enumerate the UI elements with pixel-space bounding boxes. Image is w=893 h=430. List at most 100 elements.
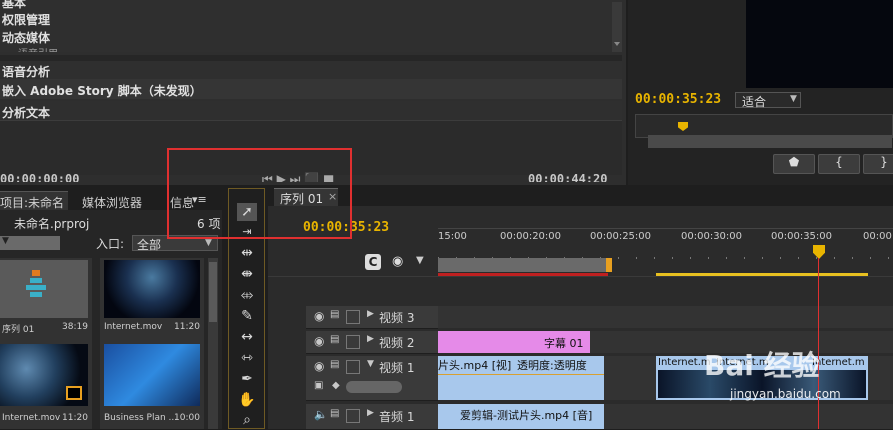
fit-dropdown[interactable]: 适合 ▼ bbox=[735, 92, 801, 109]
rolling-edit-tool-icon[interactable]: ⇼ bbox=[237, 265, 257, 283]
opacity-line[interactable] bbox=[438, 374, 604, 375]
metadata-scrollbar[interactable] bbox=[612, 2, 622, 52]
timeline-ruler[interactable]: 15:00 00:00:20:00 00:00:25:00 00:00:30:0… bbox=[438, 228, 893, 259]
video-clip-label: Internet.m bbox=[658, 357, 711, 368]
project-item[interactable]: Internet.mov 11:20 bbox=[100, 258, 204, 338]
video-clip-intro[interactable]: 片头.mp4 [视] 透明度:透明度 bbox=[438, 356, 604, 400]
annotation-highlight-box bbox=[167, 148, 352, 239]
collapse-track-icon[interactable]: ▼ bbox=[367, 359, 374, 369]
project-item[interactable]: 序列 01 38:19 bbox=[0, 258, 92, 338]
timeline-panel: 序列 01 × 00:00:35:23 C ◉ ▼ 15:00 00:00:20… bbox=[268, 188, 893, 430]
scrollbar-thumb[interactable] bbox=[209, 262, 217, 322]
rate-stretch-tool-icon[interactable]: ⤄ bbox=[237, 286, 257, 304]
sync-lock-checkbox[interactable] bbox=[346, 310, 360, 324]
program-zoom-bar[interactable] bbox=[648, 135, 892, 148]
audio-clip-label: 爱剪辑-测试片头.mp4 [音] bbox=[460, 409, 593, 422]
analysis-text-header[interactable]: 分析文本 bbox=[0, 101, 622, 120]
tab-project[interactable]: 项目:未命名 bbox=[0, 191, 68, 210]
ruler-label: 00:00:4 bbox=[863, 231, 893, 242]
project-item-name: 序列 01 bbox=[2, 325, 35, 335]
track-header-video2[interactable]: ◉ ▤ ▶ 视频 2 bbox=[306, 331, 438, 354]
track-header-audio1[interactable]: 🔈 ▤ ▶ 音频 1 bbox=[306, 404, 438, 430]
project-scrollbar[interactable] bbox=[208, 258, 218, 429]
scroll-down-icon[interactable] bbox=[614, 42, 620, 46]
project-item[interactable]: Business Plan ... 10:00 bbox=[100, 338, 204, 429]
eye-icon[interactable]: ◉ bbox=[314, 309, 324, 323]
sync-lock-checkbox[interactable] bbox=[346, 335, 360, 349]
audio-clip[interactable]: 爱剪辑-测试片头.mp4 [音] bbox=[438, 404, 604, 429]
snap-icon[interactable]: C bbox=[365, 254, 381, 270]
track-lane-video3[interactable] bbox=[438, 306, 893, 328]
project-file-name: 未命名.prproj bbox=[14, 217, 90, 231]
title-clip[interactable]: 字幕 01 bbox=[438, 331, 590, 353]
sync-lock-checkbox[interactable] bbox=[346, 409, 360, 423]
ripple-edit-tool-icon[interactable]: ⇹ bbox=[237, 244, 257, 262]
speaker-icon[interactable]: 🔈 bbox=[314, 408, 328, 421]
lock-icon[interactable]: ▤ bbox=[330, 309, 339, 320]
expand-track-icon[interactable]: ▶ bbox=[367, 309, 374, 319]
video-clip-frames bbox=[658, 370, 866, 398]
mark-out-button[interactable]: } bbox=[863, 154, 893, 174]
video-clip-internet[interactable]: Internet.m Internet.m Internet.m bbox=[656, 356, 868, 400]
ruler-label: 00:00:35:00 bbox=[771, 231, 833, 242]
lock-icon[interactable]: ▤ bbox=[330, 334, 339, 345]
metadata-timecode-right: 00:00:44:20 bbox=[528, 172, 608, 182]
project-item[interactable]: Internet.mov 11:20 bbox=[0, 338, 92, 429]
program-time-ruler[interactable] bbox=[635, 114, 893, 148]
opacity-label[interactable]: 透明度:透明度 bbox=[517, 357, 587, 373]
video-clip-label: Internet.m bbox=[716, 357, 769, 368]
adobe-story-row[interactable]: 嵌入 Adobe Story 脚本（未发现） bbox=[0, 79, 622, 99]
slide-tool-icon[interactable]: ⇿ bbox=[237, 349, 257, 367]
title-clip-label: 字幕 01 bbox=[544, 337, 584, 350]
pen-tool-icon[interactable]: ✒ bbox=[237, 370, 257, 388]
keyframe-icon[interactable]: ◆ bbox=[332, 380, 340, 391]
speech-analysis-label: 语音分析 bbox=[2, 65, 51, 79]
add-marker-button[interactable]: ⬟ bbox=[773, 154, 815, 174]
track-header-video1[interactable]: ◉ ▤ ▼ 视频 1 ▣ ◆ bbox=[306, 356, 438, 401]
hand-tool-icon[interactable]: ✋ bbox=[237, 391, 257, 409]
expand-track-icon[interactable]: ▶ bbox=[367, 408, 374, 418]
project-item-name: Internet.mov bbox=[104, 322, 163, 332]
ruler-label: 00:00:20:00 bbox=[500, 231, 562, 242]
display-style-icon[interactable]: ▣ bbox=[314, 380, 323, 391]
speech-analysis-header[interactable]: 语音分析 bbox=[0, 61, 622, 80]
program-timecode[interactable]: 00:00:35:23 bbox=[635, 92, 721, 107]
project-item-duration: 11:20 bbox=[174, 322, 200, 332]
tab-media-browser[interactable]: 媒体浏览器 bbox=[82, 194, 142, 211]
mark-in-button[interactable]: { bbox=[818, 154, 860, 174]
program-video-preview[interactable] bbox=[746, 0, 893, 88]
metadata-section-rights[interactable]: 权限管理 bbox=[2, 11, 50, 28]
sync-lock-checkbox[interactable] bbox=[346, 360, 360, 374]
marker-icon[interactable]: ◉ bbox=[392, 254, 403, 269]
lock-icon[interactable]: ▤ bbox=[330, 408, 339, 419]
sequence-thumbnail bbox=[0, 260, 88, 318]
metadata-top-area bbox=[0, 0, 622, 52]
entry-label: 入口: bbox=[96, 237, 125, 251]
eye-icon[interactable]: ◉ bbox=[314, 359, 324, 373]
lock-icon[interactable]: ▤ bbox=[330, 359, 339, 370]
track-name: 视频 3 bbox=[379, 311, 415, 325]
search-input[interactable]: ▼ bbox=[0, 236, 60, 250]
track-header-video3[interactable]: ◉ ▤ ▶ 视频 3 bbox=[306, 306, 438, 329]
razor-tool-icon[interactable]: ✎ bbox=[237, 307, 257, 325]
metadata-section-basic[interactable]: 基本 bbox=[2, 0, 26, 11]
chevron-down-icon: ▼ bbox=[790, 94, 797, 104]
slip-tool-icon[interactable]: ↔ bbox=[237, 328, 257, 346]
adobe-story-label: 嵌入 Adobe Story 脚本（未发现） bbox=[2, 84, 202, 98]
playhead-icon[interactable] bbox=[678, 122, 688, 131]
playhead-line[interactable] bbox=[818, 258, 819, 429]
zoom-tool-icon[interactable]: ⌕ bbox=[237, 411, 257, 429]
eye-icon[interactable]: ◉ bbox=[314, 334, 324, 348]
add-marker-icon[interactable]: ▼ bbox=[416, 255, 424, 266]
video-clip-label: Internet.m bbox=[812, 357, 865, 368]
keyframe-nav[interactable] bbox=[346, 381, 402, 393]
metadata-section-dynamic-media[interactable]: 动态媒体 bbox=[2, 29, 50, 46]
metadata-timecode-left: 00:00:00:00 bbox=[0, 172, 80, 182]
track-name: 音频 1 bbox=[379, 410, 415, 424]
work-area-bar[interactable] bbox=[438, 258, 608, 272]
expand-track-icon[interactable]: ▶ bbox=[367, 334, 374, 344]
business-plan-thumbnail bbox=[104, 344, 200, 406]
program-monitor: 00:00:35:23 适合 ▼ ⬟ { } bbox=[628, 0, 893, 185]
sequence-icon bbox=[26, 270, 46, 304]
work-area-end-handle[interactable] bbox=[606, 258, 612, 272]
